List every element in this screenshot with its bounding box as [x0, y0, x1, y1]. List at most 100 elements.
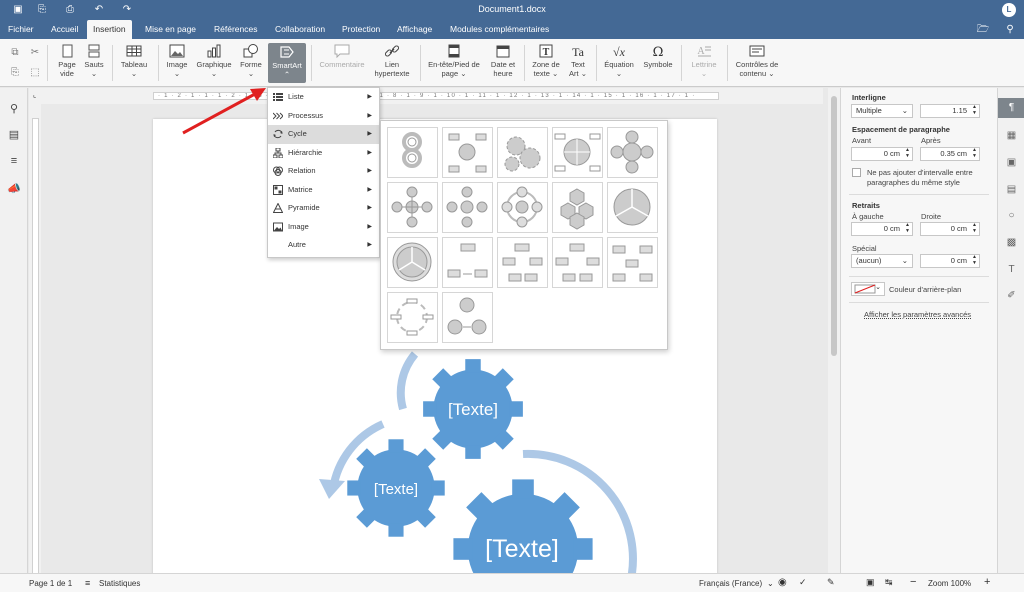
line-spacing-type-select[interactable]: Multiple ⌄ — [851, 104, 913, 118]
gallery-item[interactable] — [552, 127, 603, 178]
fit-page-icon[interactable]: ▣ — [866, 577, 875, 588]
navigation-icon[interactable]: ≡ — [7, 155, 21, 169]
gallery-item[interactable] — [387, 237, 438, 288]
menu-item-pyramide[interactable]: Pyramide ▶ — [268, 199, 379, 218]
tab-modules[interactable]: Modules complémentaires — [444, 20, 555, 39]
gallery-item[interactable] — [607, 182, 658, 233]
search-icon[interactable]: ⚲ — [1003, 23, 1017, 36]
menu-item-liste[interactable]: Liste ▶ — [268, 88, 379, 107]
track-changes-icon[interactable]: ✎ — [827, 577, 835, 588]
gear-text[interactable]: [Texte] — [374, 481, 418, 498]
date-time-button[interactable]: Date et heure — [487, 42, 519, 78]
chart-button[interactable]: Graphique ⌄ — [195, 42, 233, 78]
spacing-after-input[interactable]: 0.35 cm ▲ ▼ — [920, 147, 980, 161]
shape-settings-icon[interactable]: ○ — [1004, 208, 1019, 223]
equation-button[interactable]: √x Équation ⌄ — [601, 42, 637, 78]
paragraph-icon[interactable]: ¶ — [998, 98, 1024, 118]
blank-page-button[interactable]: Page vide — [54, 42, 80, 78]
text-art-button[interactable]: Ta Text Art ⌄ — [566, 42, 590, 78]
special-indent-select[interactable]: (aucun) ⌄ — [851, 254, 913, 268]
table-button[interactable]: Tableau ⌄ — [119, 42, 149, 78]
text-box-button[interactable]: T Zone de texte ⌄ — [529, 42, 563, 78]
language-select[interactable]: Français (France) — [699, 579, 762, 588]
comments-icon[interactable]: ▤ — [7, 128, 21, 142]
cut-icon[interactable]: ✂ — [29, 47, 41, 59]
ruler-scale[interactable]: · 1 · 2 · 1 · 1 · 1 · 2 · 1 · 3 · 1 · 4 … — [153, 92, 719, 100]
zoom-in-icon[interactable]: + — [984, 576, 990, 588]
gallery-item[interactable] — [387, 182, 438, 233]
chart-settings-icon[interactable]: ▩ — [1004, 235, 1019, 250]
spinner-icon[interactable]: ▲ ▼ — [972, 104, 977, 116]
gallery-item[interactable] — [442, 127, 493, 178]
search-icon[interactable]: ⚲ — [7, 102, 21, 116]
left-indent-input[interactable]: 0 cm ▲ ▼ — [851, 222, 913, 236]
copy-icon[interactable]: ⧉ — [9, 47, 21, 59]
menu-item-relation[interactable]: Relation ▶ — [268, 162, 379, 181]
scrollbar-thumb[interactable] — [831, 96, 837, 356]
tab-insertion[interactable]: Insertion — [87, 20, 132, 39]
menu-item-matrice[interactable]: Matrice ▶ — [268, 181, 379, 200]
tab-references[interactable]: Références — [208, 20, 263, 39]
content-controls-button[interactable]: Contrôles de contenu ⌄ — [731, 42, 783, 78]
menu-item-autre[interactable]: Autre ▶ — [268, 236, 379, 255]
right-indent-input[interactable]: 0 cm ▲ ▼ — [920, 222, 980, 236]
no-spacing-checkbox[interactable] — [852, 168, 861, 177]
shape-button[interactable]: Forme ⌄ — [238, 42, 264, 78]
gallery-item[interactable] — [607, 127, 658, 178]
hyperlink-button[interactable]: Lien hypertexte — [371, 42, 413, 78]
image-button[interactable]: Image ⌄ — [163, 42, 191, 78]
special-indent-input[interactable]: 0 cm ▲ ▼ — [920, 254, 980, 268]
gallery-item[interactable] — [497, 237, 548, 288]
header-footer-settings-icon[interactable]: ▤ — [1004, 182, 1019, 197]
fit-width-icon[interactable]: ↹ — [885, 577, 893, 588]
spell-check-icon[interactable]: ✓ — [799, 577, 807, 588]
language-globe-icon[interactable]: ◉ — [778, 577, 787, 588]
advanced-settings-link[interactable]: Afficher les paramètres avancés — [864, 310, 971, 319]
header-footer-button[interactable]: En-tête/Pied de page ⌄ — [425, 42, 483, 78]
gallery-item[interactable] — [387, 292, 438, 343]
tab-mise-en-page[interactable]: Mise en page — [139, 20, 202, 39]
tab-collaboration[interactable]: Collaboration — [269, 20, 331, 39]
feedback-icon[interactable]: 📣 — [7, 182, 21, 196]
gear-text[interactable]: [Texte] — [485, 535, 559, 563]
signature-icon[interactable]: ✐ — [1004, 288, 1019, 303]
gear-text[interactable]: [Texte] — [448, 400, 498, 419]
tab-stop-icon[interactable]: ⌞ — [33, 91, 36, 99]
tab-fichier[interactable]: Fichier — [2, 20, 40, 39]
gallery-item[interactable] — [442, 182, 493, 233]
vertical-scrollbar[interactable] — [828, 88, 840, 573]
tab-protection[interactable]: Protection — [336, 20, 386, 39]
table-settings-icon[interactable]: ▦ — [1004, 128, 1019, 143]
spinner-icon[interactable]: ▲ ▼ — [905, 222, 910, 234]
gallery-item[interactable] — [497, 127, 548, 178]
breaks-button[interactable]: Sauts ⌄ — [82, 42, 106, 78]
gallery-item[interactable] — [607, 237, 658, 288]
gallery-item[interactable] — [552, 237, 603, 288]
menu-item-cycle[interactable]: Cycle ▶ — [268, 125, 379, 144]
spinner-icon[interactable]: ▲ ▼ — [972, 254, 977, 266]
user-avatar[interactable]: L — [1002, 3, 1016, 17]
spacing-before-input[interactable]: 0 cm ▲ ▼ — [851, 147, 913, 161]
comment-button[interactable]: Commentaire — [317, 42, 367, 69]
paste-icon[interactable]: ⎘ — [9, 67, 21, 79]
gallery-item[interactable] — [442, 237, 493, 288]
gallery-item[interactable] — [497, 182, 548, 233]
symbol-button[interactable]: Ω Symbole — [640, 42, 676, 69]
tab-affichage[interactable]: Affichage — [391, 20, 438, 39]
image-settings-icon[interactable]: ▣ — [1004, 155, 1019, 170]
textart-settings-icon[interactable]: T — [1004, 262, 1019, 277]
menu-item-processus[interactable]: Processus ▶ — [268, 107, 379, 126]
gallery-item[interactable] — [552, 182, 603, 233]
smartart-button[interactable]: SmartArt ⌃ — [268, 43, 306, 83]
drop-cap-button[interactable]: A Lettrine ⌄ — [686, 42, 722, 78]
gallery-item[interactable] — [442, 292, 493, 343]
line-spacing-value-input[interactable]: 1.15 ▲ ▼ — [920, 104, 980, 118]
zoom-out-icon[interactable]: − — [910, 576, 916, 588]
menu-item-image[interactable]: Image ▶ — [268, 218, 379, 237]
menu-item-hierarchie[interactable]: Hiérarchie ▶ — [268, 144, 379, 163]
page-counter[interactable]: Page 1 de 1 — [29, 579, 72, 588]
select-all-icon[interactable]: ⬚ — [29, 67, 41, 79]
statistics-button[interactable]: Statistiques — [99, 579, 140, 588]
tab-accueil[interactable]: Accueil — [45, 20, 84, 39]
gallery-item[interactable] — [387, 127, 438, 178]
